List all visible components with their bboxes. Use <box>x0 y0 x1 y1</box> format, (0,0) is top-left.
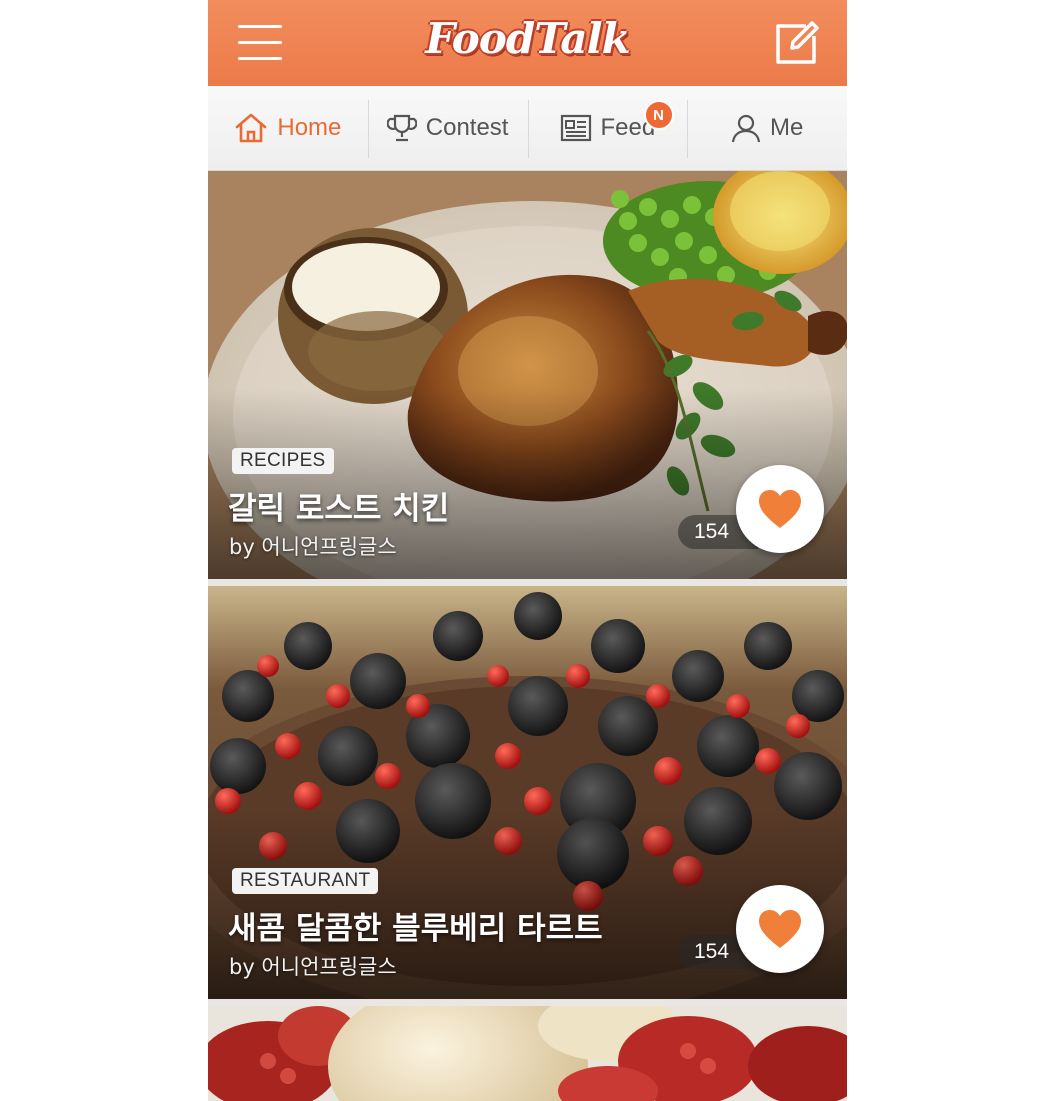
feed-card[interactable] <box>208 1006 847 1101</box>
category-tag[interactable]: RESTAURANT <box>232 868 379 894</box>
newspaper-icon <box>560 114 591 142</box>
feed-card[interactable]: RECIPES 갈릭 로스트 치킨 by 어니언프링글스 154 <box>208 171 847 579</box>
tab-contest[interactable]: Contest <box>367 86 528 170</box>
post-title: 새콤 달콤한 블루베리 타르트 <box>228 911 603 947</box>
user-icon <box>731 114 761 143</box>
heart-icon <box>759 490 801 528</box>
tab-home[interactable]: Home <box>208 86 368 170</box>
tab-label: Me <box>769 114 804 141</box>
edit-icon[interactable] <box>772 18 822 68</box>
tab-feed[interactable]: Feed N <box>527 86 688 170</box>
post-author: by 어니언프링글스 <box>229 535 397 559</box>
ice-cream-photo <box>208 1006 847 1101</box>
heart-icon <box>759 910 801 948</box>
category-tag[interactable]: RECIPES <box>232 448 334 474</box>
tab-bar: Home Contest Feed N Me <box>208 86 847 171</box>
like-button[interactable] <box>736 465 824 553</box>
app-logo: FoodTalk <box>425 14 630 63</box>
app-screen: FoodTalk Home Contest Feed N Me RECIPES … <box>208 0 847 1101</box>
new-badge: N <box>643 100 674 130</box>
trophy-icon <box>386 114 417 142</box>
top-bar: FoodTalk <box>208 0 847 86</box>
feed-card[interactable]: RESTAURANT 새콤 달콤한 블루베리 타르트 by 어니언프링글스 15… <box>208 586 847 999</box>
tab-label: Home <box>277 114 342 141</box>
like-button[interactable] <box>736 885 824 973</box>
post-author: by 어니언프링글스 <box>229 955 397 979</box>
tab-label: Contest <box>425 114 509 141</box>
post-title: 갈릭 로스트 치킨 <box>228 491 450 527</box>
tab-me[interactable]: Me <box>687 86 847 170</box>
home-icon <box>236 113 267 143</box>
